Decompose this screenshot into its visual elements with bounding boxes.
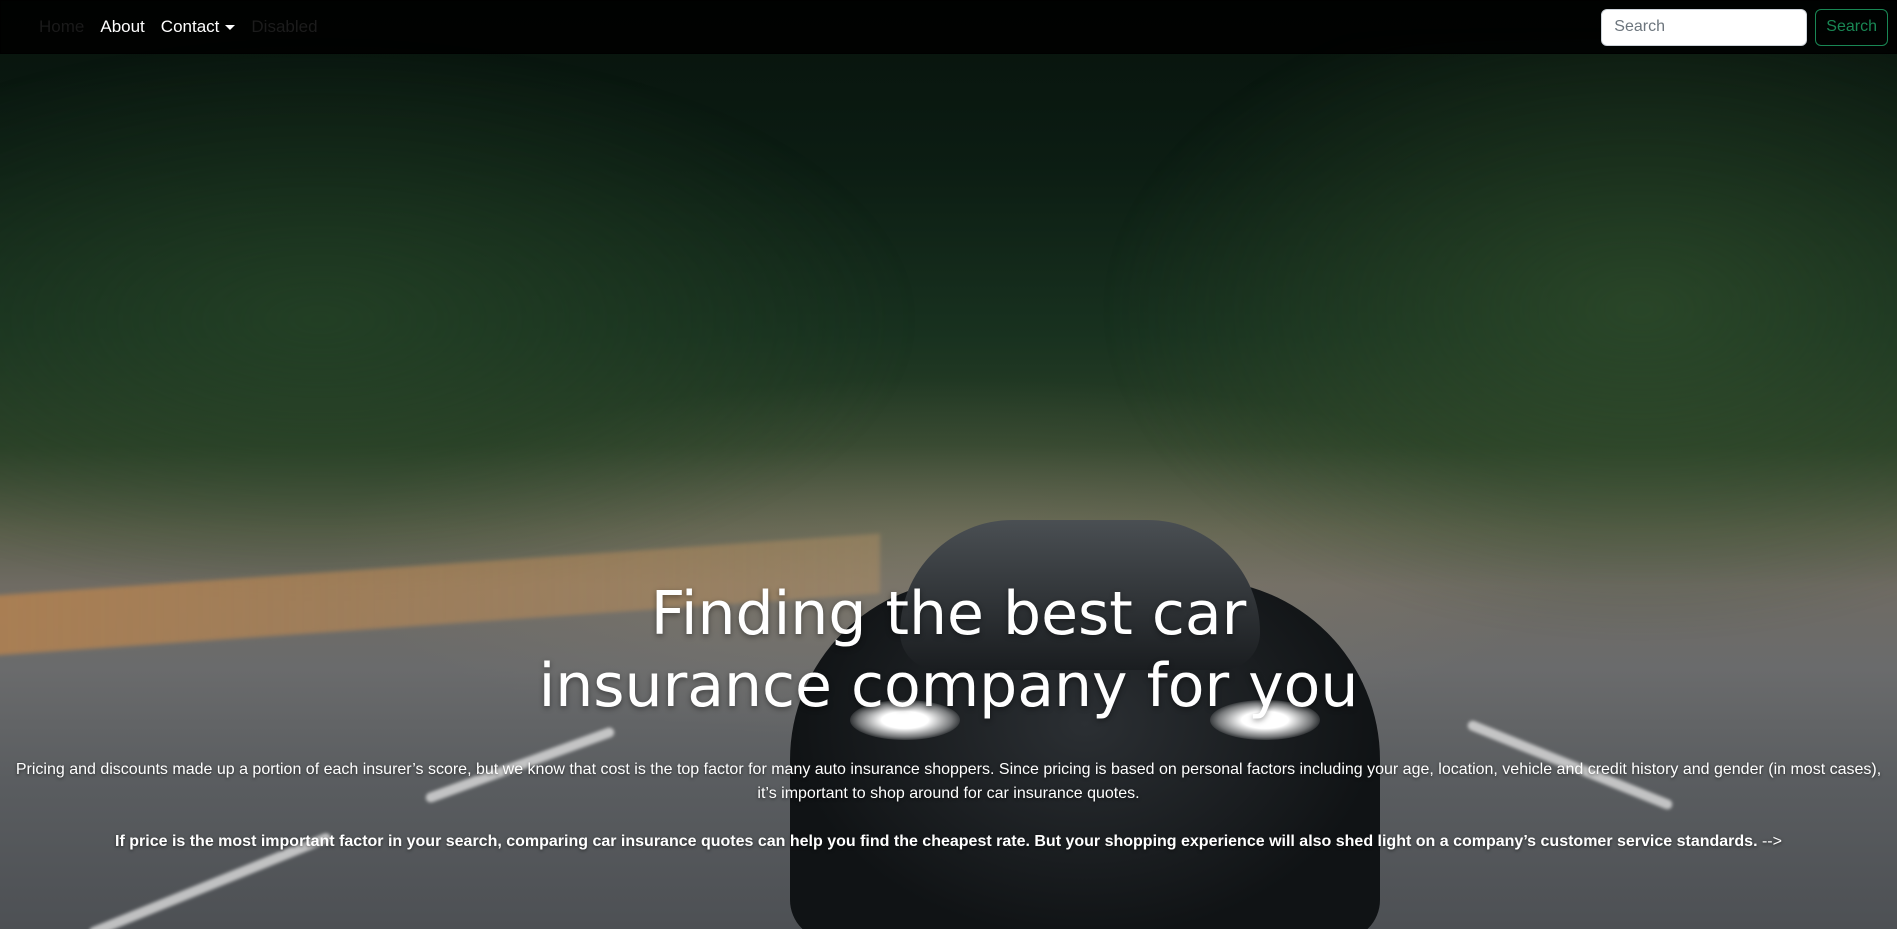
nav-contact-label: Contact — [160, 17, 220, 36]
hero-highlight-text: If price is the most important factor in… — [115, 833, 1758, 850]
search-form: Search — [1601, 8, 1888, 46]
hero-title: Finding the best car insurance company f… — [538, 579, 1359, 721]
nav-disabled-link: Disabled — [251, 17, 318, 36]
search-input[interactable] — [1601, 8, 1808, 46]
nav-links: Home About Contact Disabled — [11, 17, 318, 37]
hero-highlight: If price is the most important factor in… — [0, 830, 1897, 854]
nav-contact-dropdown[interactable]: Contact — [161, 17, 236, 37]
caret-down-icon — [225, 25, 236, 31]
navbar: Home About Contact Disabled Search — [0, 0, 1897, 54]
nav-home-link[interactable]: Home — [39, 17, 84, 37]
hero-paragraph: Pricing and discounts made up a portion … — [15, 761, 1882, 802]
search-button[interactable]: Search — [1815, 8, 1888, 46]
hero-content: Finding the best car insurance company f… — [0, 578, 1897, 854]
hero-highlight-tail: --> — [1757, 833, 1782, 850]
nav-about-link[interactable]: About — [100, 17, 144, 37]
trees-left-image — [0, 40, 920, 600]
